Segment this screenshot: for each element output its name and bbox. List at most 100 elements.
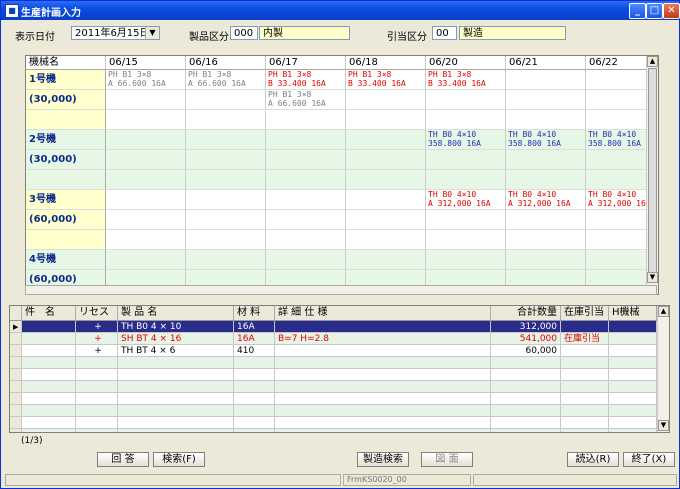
cell-spec[interactable] [275,321,491,333]
cell-qty[interactable] [491,393,561,405]
row-selector[interactable] [10,393,22,405]
schedule-cell[interactable]: PH B1 3×8 B 33.400 16A [346,70,426,90]
cell-qty[interactable] [491,429,561,432]
schedule-cell[interactable] [506,230,586,250]
table-row[interactable] [10,369,657,381]
schedule-cell[interactable]: PH B1 3×8 B 33.400 16A [266,70,346,90]
cell-recess[interactable]: + [76,321,118,333]
cell-product[interactable]: TH B0 4 × 10 [118,321,234,333]
drawing-button[interactable]: 図 面 [421,452,473,467]
cell-stock[interactable] [561,321,609,333]
schedule-cell[interactable] [426,90,506,110]
cell-stock[interactable] [561,393,609,405]
cell-spec[interactable] [275,369,491,381]
cell-qty[interactable] [491,405,561,417]
cell-hmachine[interactable] [609,321,657,333]
schedule-cell[interactable] [426,150,506,170]
exit-button[interactable]: 終了(X) [623,452,675,467]
row-selector[interactable]: ▶ [10,321,22,333]
schedule-cell[interactable] [346,210,426,230]
date-picker[interactable]: 2011年6月15日 ▼ [71,26,160,40]
cell-stock[interactable] [561,381,609,393]
schedule-cell[interactable] [186,210,266,230]
schedule-cell[interactable] [346,150,426,170]
cell-spec[interactable] [275,429,491,432]
cell-product[interactable] [118,381,234,393]
scroll-up-icon[interactable]: ▲ [658,306,669,317]
cell-stock[interactable] [561,429,609,432]
cell-recess[interactable] [76,369,118,381]
orders-header-col[interactable]: 材 料 [234,306,275,320]
cell-subject[interactable] [22,345,76,357]
scroll-down-icon[interactable]: ▼ [658,420,669,431]
schedule-vscrollbar[interactable]: ▲ ▼ [646,56,658,294]
schedule-cell[interactable] [506,110,586,130]
cell-stock[interactable] [561,405,609,417]
cell-qty[interactable]: 60,000 [491,345,561,357]
cell-qty[interactable] [491,369,561,381]
table-row[interactable] [10,405,657,417]
schedule-cell[interactable] [426,210,506,230]
cell-material[interactable] [234,417,275,429]
schedule-cell[interactable] [186,110,266,130]
cell-product[interactable] [118,405,234,417]
cell-recess[interactable] [76,405,118,417]
cell-stock[interactable]: 在庫引当 [561,333,609,345]
cell-spec[interactable] [275,345,491,357]
schedule-cell[interactable] [106,190,186,210]
schedule-cell[interactable] [426,170,506,190]
cell-material[interactable]: 16A [234,333,275,345]
cell-hmachine[interactable] [609,405,657,417]
cell-qty[interactable] [491,417,561,429]
load-button[interactable]: 読込(R) [567,452,619,467]
schedule-cell[interactable] [186,130,266,150]
schedule-cell[interactable] [186,250,266,270]
pull-code-field[interactable]: 00 [432,26,457,40]
cell-subject[interactable] [22,429,76,432]
answer-button[interactable]: 回 答 [97,452,149,467]
table-row[interactable] [10,381,657,393]
schedule-cell[interactable] [106,90,186,110]
schedule-cell[interactable] [186,230,266,250]
schedule-cell[interactable] [106,110,186,130]
cell-material[interactable] [234,429,275,432]
cell-stock[interactable] [561,417,609,429]
cell-product[interactable] [118,357,234,369]
cell-spec[interactable] [275,381,491,393]
schedule-cell[interactable] [106,150,186,170]
schedule-cell[interactable] [186,90,266,110]
cell-spec[interactable] [275,417,491,429]
row-selector[interactable] [10,429,22,432]
search-button[interactable]: 検索(F) [153,452,205,467]
cell-spec[interactable] [275,405,491,417]
cell-product[interactable] [118,429,234,432]
row-selector[interactable] [10,333,22,345]
scroll-up-icon[interactable]: ▲ [647,56,658,67]
minimize-button[interactable]: _ [629,3,646,19]
cell-product[interactable] [118,417,234,429]
cell-qty[interactable]: 312,000 [491,321,561,333]
table-row[interactable]: ▶ + TH B0 4 × 10 16A 312,000 [10,321,657,333]
orders-header-col[interactable]: 詳 細 仕 様 [275,306,491,320]
cell-hmachine[interactable] [609,429,657,432]
schedule-cell[interactable] [346,190,426,210]
schedule-cell[interactable] [106,170,186,190]
orders-header-col[interactable]: リセス [76,306,118,320]
row-selector[interactable] [10,381,22,393]
cell-product[interactable] [118,369,234,381]
cell-product[interactable] [118,393,234,405]
schedule-cell[interactable] [266,110,346,130]
cell-product[interactable]: TH BT 4 × 6 [118,345,234,357]
cell-stock[interactable] [561,369,609,381]
maximize-button[interactable]: □ [646,3,663,19]
mfg-search-button[interactable]: 製造検索 [357,452,409,467]
row-selector[interactable] [10,357,22,369]
cell-spec[interactable] [275,393,491,405]
cell-recess[interactable] [76,357,118,369]
schedule-cell[interactable] [506,90,586,110]
cell-hmachine[interactable] [609,357,657,369]
schedule-cell[interactable] [426,250,506,270]
table-row[interactable] [10,429,657,432]
row-selector[interactable] [10,417,22,429]
row-selector[interactable] [10,405,22,417]
